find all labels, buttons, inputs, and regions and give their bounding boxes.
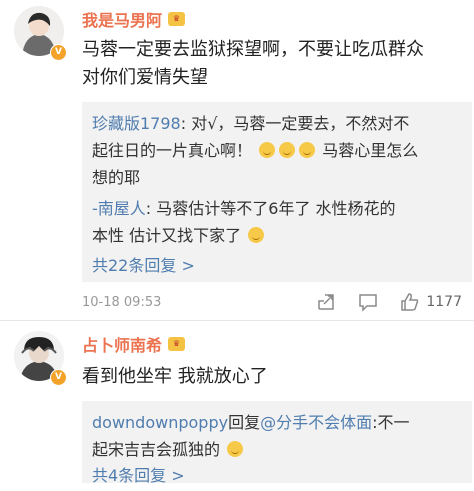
reply-text: 回复 [228, 413, 261, 432]
comment-text: 马蓉一定要去监狱探望啊，不要让吃瓜群众 对你们爱情失望 [82, 36, 462, 92]
reply-author-link[interactable]: 珍藏版1798 [92, 114, 181, 133]
reply-item: 珍藏版1798: 对√，马蓉一定要去，不然对不 起往日的一片真心啊！ 马蓉心里怎… [92, 110, 462, 191]
more-replies-link[interactable]: 共22条回复 > [92, 253, 462, 279]
emoji-icon [279, 142, 296, 158]
reply-author-link[interactable]: -南屋人 [92, 199, 146, 218]
reply-text: :不一 [372, 413, 410, 432]
vip-crown-icon: ♛ [168, 337, 186, 351]
username[interactable]: 我是马男阿 ♛ [82, 7, 186, 31]
reply-text: : 马蓉估计等不了6年了 水性杨花的 [145, 199, 396, 218]
reply-text: 马蓉心里怎么 [322, 141, 419, 160]
comment-text-line: 对你们爱情失望 [82, 67, 208, 88]
timestamp: 10-18 09:53 [82, 294, 162, 310]
comment-text-line: 马蓉一定要去监狱探望啊，不要让吃瓜群众 [82, 39, 424, 60]
reply-author-link[interactable]: downdownpoppy [92, 413, 228, 432]
verified-badge-icon: V [50, 44, 67, 61]
emoji-icon [259, 142, 276, 158]
reply-item: downdownpoppy回复@分手不会体面:不一 起宋吉吉会孤独的 [92, 409, 462, 463]
username-text[interactable]: 我是马男阿 [82, 7, 162, 31]
comment-icon[interactable] [358, 292, 378, 312]
reply-item: -南屋人: 马蓉估计等不了6年了 水性杨花的 本性 估计又找下家了 [92, 195, 462, 249]
like-count: 1177 [426, 294, 462, 310]
replies-box[interactable]: downdownpoppy回复@分手不会体面:不一 起宋吉吉会孤独的 共4条回复… [82, 401, 472, 485]
replies-box[interactable]: 珍藏版1798: 对√，马蓉一定要去，不然对不 起往日的一片真心啊！ 马蓉心里怎… [82, 102, 472, 282]
mention-link[interactable]: @分手不会体面 [260, 413, 372, 432]
share-icon[interactable] [316, 292, 336, 312]
comment-text-line: 看到他坐牢 我就放心了 [82, 366, 268, 387]
emoji-icon [299, 142, 316, 158]
comment-2: V 占卜师南希 ♛ 看到他坐牢 我就放心了 downdownpoppy回复@分手… [0, 317, 474, 491]
username[interactable]: 占卜师南希 ♛ [82, 332, 186, 356]
reply-text: : 对√，马蓉一定要去，不然对不 [180, 114, 410, 133]
reply-text: 想的耶 [92, 168, 141, 187]
comment-1: V 我是马男阿 ♛ 马蓉一定要去监狱探望啊，不要让吃瓜群众 对你们爱情失望 珍藏… [0, 0, 474, 317]
username-text[interactable]: 占卜师南希 [82, 332, 162, 356]
like-icon[interactable] [400, 292, 420, 312]
more-replies-link[interactable]: 共4条回复 > [92, 463, 462, 489]
reply-text: 本性 估计又找下家了 [92, 226, 242, 245]
emoji-icon [227, 441, 244, 457]
comment-footer: 10-18 09:53 1177 [82, 292, 462, 312]
comment-text: 看到他坐牢 我就放心了 [82, 363, 462, 391]
reply-text: 起宋吉吉会孤独的 [92, 440, 221, 459]
reply-text: 起往日的一片真心啊！ [92, 141, 253, 160]
vip-crown-icon: ♛ [168, 12, 186, 26]
emoji-icon [248, 227, 265, 243]
verified-badge-icon: V [50, 369, 67, 386]
